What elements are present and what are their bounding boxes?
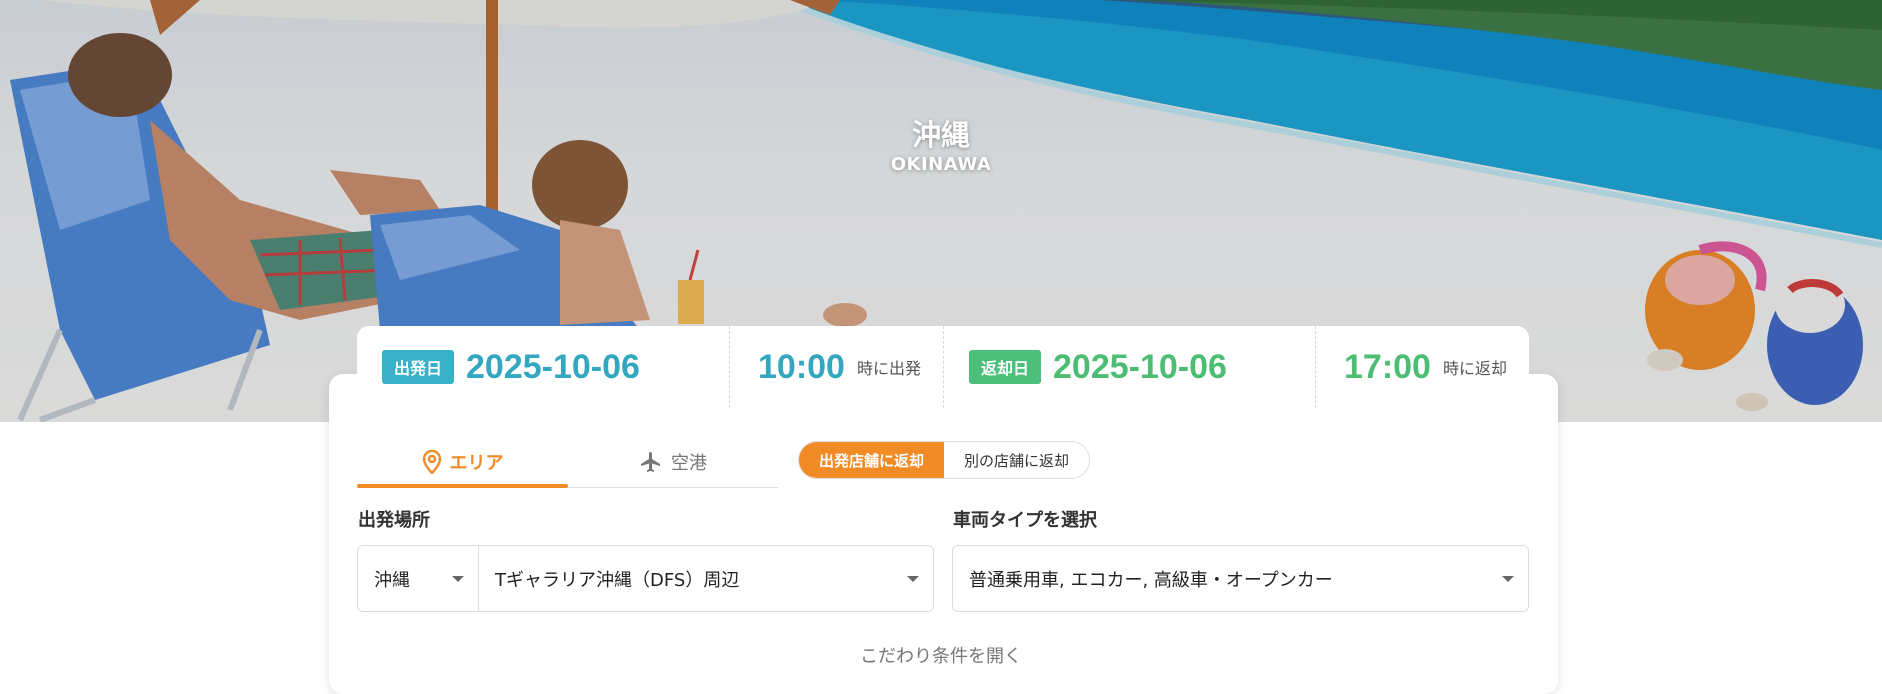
return-other-store-option[interactable]: 別の店舗に返却 bbox=[944, 442, 1090, 478]
hero-subtitle: OKINAWA bbox=[890, 154, 992, 175]
prefecture-select[interactable]: 沖縄 bbox=[357, 545, 479, 612]
caret-down-icon bbox=[907, 576, 919, 582]
vehicle-type-value: 普通乗用車, エコカー, 高級車・オープンカー bbox=[969, 569, 1333, 591]
vehicle-type-label: 車両タイプを選択 bbox=[953, 510, 1097, 531]
store-select[interactable]: Tギャラリア沖縄（DFS）周辺 bbox=[478, 545, 934, 612]
prefecture-value: 沖縄 bbox=[374, 569, 410, 591]
tab-airport-label: 空港 bbox=[671, 453, 707, 474]
return-time: 17:00 bbox=[1344, 347, 1431, 386]
departure-badge: 出発日 bbox=[382, 350, 455, 384]
hero-title: 沖縄 bbox=[911, 118, 970, 152]
tab-airport[interactable]: 空港 bbox=[568, 440, 778, 484]
return-time-picker[interactable]: 17:00 時に返却 bbox=[1315, 326, 1529, 408]
departure-time-picker[interactable]: 10:00 時に出発 bbox=[729, 326, 943, 408]
caret-down-icon bbox=[1502, 576, 1514, 582]
return-date-picker[interactable]: 返却日 2025-10-06 bbox=[943, 326, 1315, 408]
store-value: Tギャラリア沖縄（DFS）周辺 bbox=[495, 569, 740, 591]
return-badge: 返却日 bbox=[969, 350, 1042, 384]
departure-date: 2025-10-06 bbox=[466, 347, 640, 386]
departure-time: 10:00 bbox=[758, 347, 845, 386]
map-pin-icon bbox=[422, 450, 441, 474]
airplane-icon bbox=[641, 452, 660, 472]
tab-active-indicator bbox=[357, 484, 568, 488]
date-bar: 出発日 2025-10-06 10:00 時に出発 返却日 2025-10-06… bbox=[357, 326, 1529, 408]
departure-time-suffix: 時に出発 bbox=[856, 359, 921, 378]
tab-area-label: エリア bbox=[449, 453, 504, 474]
return-date: 2025-10-06 bbox=[1053, 347, 1227, 386]
open-more-conditions-link[interactable]: こだわり条件を開く bbox=[0, 642, 1882, 668]
departure-place-label: 出発場所 bbox=[358, 510, 430, 531]
return-same-store-option[interactable]: 出発店舗に返却 bbox=[799, 442, 945, 478]
return-time-suffix: 時に返却 bbox=[1442, 359, 1507, 378]
return-location-toggle: 出発店舗に返却 別の店舗に返却 bbox=[798, 441, 1091, 479]
vehicle-type-select[interactable]: 普通乗用車, エコカー, 高級車・オープンカー bbox=[952, 545, 1529, 612]
caret-down-icon bbox=[452, 576, 464, 582]
departure-date-picker[interactable]: 出発日 2025-10-06 bbox=[357, 326, 729, 408]
tab-area[interactable]: エリア bbox=[357, 440, 568, 484]
